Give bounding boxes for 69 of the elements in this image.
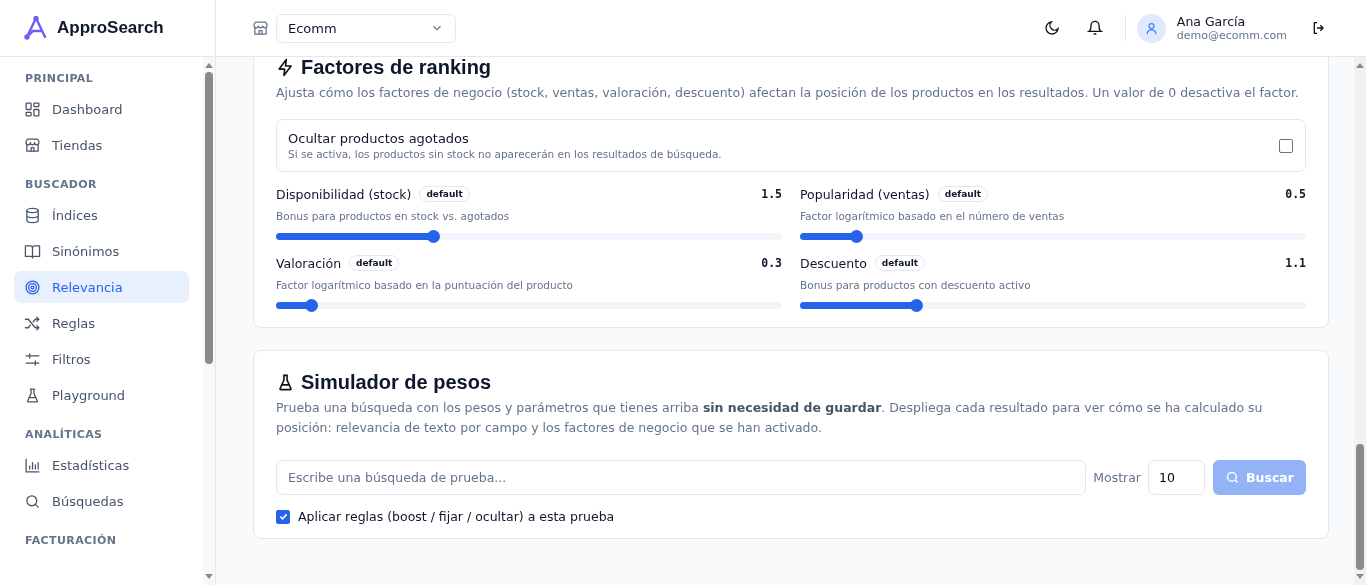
lightning-icon	[276, 58, 295, 77]
slider-track[interactable]	[800, 233, 1306, 240]
nav-item[interactable]: Índices	[14, 199, 189, 231]
target-icon	[24, 278, 41, 296]
book-icon	[24, 242, 41, 260]
database-icon	[24, 206, 41, 224]
shuffle-icon	[24, 314, 41, 332]
factor-name: Disponibilidad (stock)	[276, 186, 412, 202]
app-name: ApproSearch	[57, 18, 164, 38]
bar-chart-icon	[24, 456, 41, 474]
slider-thumb[interactable]	[305, 299, 319, 312]
option-hint: Si se activa, los productos sin stock no aparecerán en los resultados de búsqueda.	[288, 148, 723, 160]
slider-thumb[interactable]	[426, 230, 440, 243]
section-description: Ajusta cómo los factores de negocio (stock, ventas, valoración, descuento) afectan la posición de los productos en los resultados. Un valor de 0 desactiva el factor.	[276, 84, 1300, 102]
search-query-field[interactable]: Escribe una búsqueda de prueba...	[276, 460, 1087, 495]
nav-item[interactable]: Reglas	[14, 307, 189, 339]
option-label: Ocultar productos agotados	[288, 131, 470, 146]
factor-description: Factor logarítmico basado en la puntuación del producto	[276, 279, 574, 291]
logo-icon	[24, 16, 48, 40]
section-heading: FACTURACIÓN	[24, 533, 118, 549]
moon-icon	[1043, 20, 1060, 36]
store-select[interactable]: Ecomm	[276, 13, 456, 43]
checkbox[interactable]	[1279, 138, 1293, 153]
scrollbar[interactable]	[203, 57, 215, 585]
slider-track[interactable]	[276, 233, 782, 240]
sliders-icon	[24, 350, 41, 368]
section-title: Factores de ranking	[301, 57, 492, 79]
slider-thumb[interactable]	[849, 230, 863, 243]
result-count-field[interactable]: 10	[1148, 460, 1205, 495]
store-icon	[252, 19, 269, 37]
avatar[interactable]	[1136, 13, 1166, 43]
factor-description: Bonus para productos en stock vs. agotados	[276, 210, 511, 222]
nav-item[interactable]: Dashboard	[14, 93, 189, 125]
factor-name: Valoración	[276, 255, 342, 271]
slider-thumb[interactable]	[910, 299, 924, 312]
section-heading: BUSCADOR	[24, 177, 98, 193]
store-icon	[24, 136, 41, 154]
dashboard-icon	[24, 100, 41, 118]
checkbox[interactable]	[276, 509, 290, 524]
factor-name: Descuento	[800, 255, 867, 271]
checkbox-label: Aplicar reglas (boost / fijar / ocultar) a esta prueba	[298, 509, 615, 524]
factor-value: 1.1	[1285, 256, 1306, 270]
nav-item[interactable]: Playground	[14, 379, 189, 411]
section-title: Simulador de pesos	[301, 371, 492, 394]
section-description: Prueba una búsqueda con los pesos y parámetros que tienes arriba sin necesidad de guardar. Despliega cada resultado para ver cómo se ha calculado su posición: relevancia de texto por campo y los factores de negocio que se han activado.	[276, 399, 1264, 437]
slider-track[interactable]	[800, 302, 1306, 309]
show-label: Mostrar	[1093, 470, 1141, 485]
section-heading: PRINCIPAL	[24, 71, 95, 87]
scrollbar[interactable]	[1354, 57, 1366, 585]
factor-value: 1.5	[761, 187, 782, 201]
nav-item[interactable]: Relevancia	[14, 271, 189, 303]
factor-value: 0.3	[761, 256, 782, 270]
nav-item[interactable]: Búsquedas	[14, 485, 189, 517]
bell-icon	[1086, 20, 1103, 36]
nav-item[interactable]: Estadísticas	[14, 449, 189, 481]
user-email: demo@ecomm.com	[1176, 29, 1287, 42]
factor-value: 0.5	[1285, 187, 1306, 201]
section-heading: ANALÍTICAS	[24, 427, 104, 443]
nav-item[interactable]: Sinónimos	[14, 235, 189, 267]
user-name: Ana García	[1176, 14, 1247, 29]
factor-name: Popularidad (ventas)	[800, 186, 930, 202]
flask-icon	[24, 386, 41, 404]
factor-description: Factor logarítmico basado en el número de ventas	[800, 210, 1066, 222]
flask-icon	[276, 373, 295, 392]
nav-item[interactable]: Tiendas	[14, 129, 189, 161]
nav-item[interactable]: Filtros	[14, 343, 189, 375]
factor-description: Bonus para productos con descuento activo	[800, 279, 1032, 291]
search-icon	[24, 492, 41, 510]
slider-track[interactable]	[276, 302, 782, 309]
